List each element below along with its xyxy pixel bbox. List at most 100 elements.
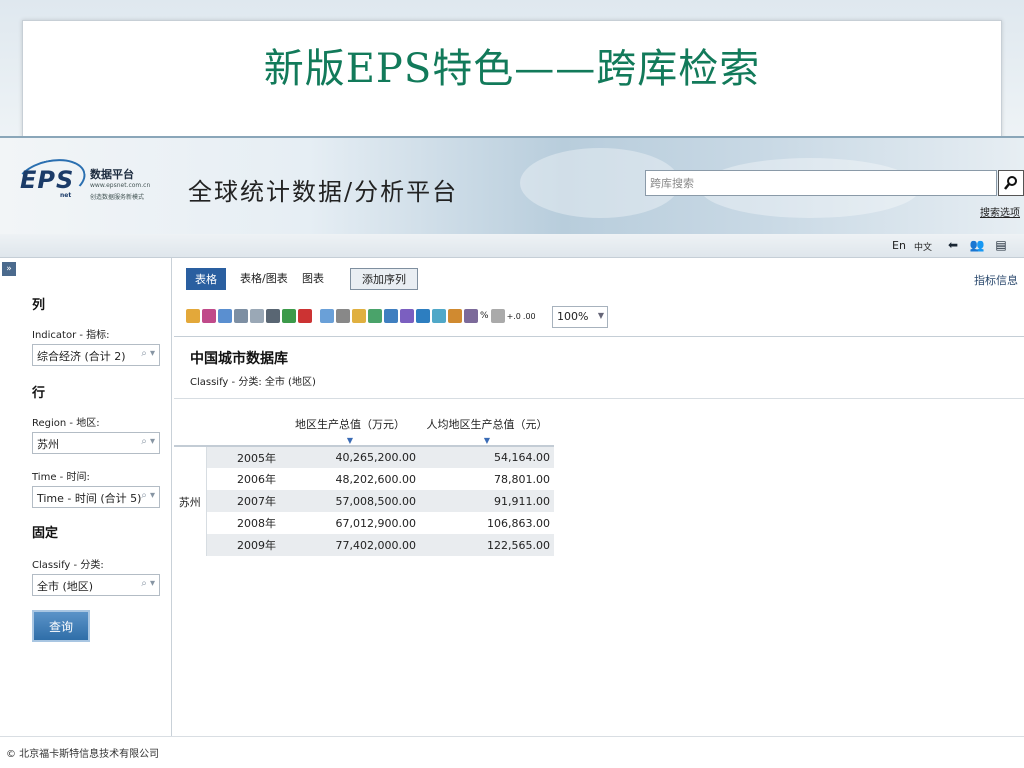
region-label: Region - 地区: [32,418,100,429]
excel-icon[interactable] [282,309,296,323]
add-series-button[interactable]: 添加序列 [350,268,418,290]
tab-chart[interactable]: 图表 [302,270,324,286]
copyright-text: © 北京福卡斯特信息技术有限公司 [6,749,160,760]
refresh-icon[interactable] [218,309,232,323]
cross-db-search-input[interactable]: 跨库搜索 [645,170,997,196]
sort-triangle-icon[interactable]: ▼ [424,436,550,445]
back-icon[interactable]: ⬅ [946,238,960,252]
table-row: 2008年 67,012,900.00 106,863.00 [174,512,554,534]
indicator-field[interactable]: 综合经济 (合计 2) ⌕ ▾ [32,344,160,366]
time-label: Time - 时间: [32,472,90,483]
eps-logo[interactable]: EPS net 数据平台 www.epsnet.com.cn 创造数据服务新模式 [12,153,151,210]
classify-label: Classify - 分类: [32,560,104,571]
slide-footer: © 北京福卡斯特信息技术有限公司 [0,736,1024,768]
decrease-decimal-icon[interactable]: .00 [523,312,536,321]
tab-table-chart[interactable]: 表格/图表 [240,270,288,286]
search-options-link[interactable]: 搜索选项 [980,204,1020,219]
logo-mark: EPS [20,166,75,194]
year-cell: 2009年 [205,534,280,556]
lang-zh-link[interactable]: 中文 [914,240,932,253]
grid-icon[interactable] [368,309,382,323]
header-spacer [174,416,206,447]
gdp-cell: 40,265,200.00 [280,446,420,468]
region-value: 苏州 [37,438,59,451]
per-capita-cell: 78,801.00 [494,472,550,486]
classify-field[interactable]: 全市 (地区) ⌕ ▾ [32,574,160,596]
pdf-icon[interactable] [298,309,312,323]
logo-name: 数据平台 [90,168,134,181]
year-cell: 2007年 [205,490,280,512]
logo-sub: net [60,192,72,199]
table-icon[interactable] [384,309,398,323]
calc-icon[interactable] [400,309,414,323]
gdp-cell: 77,402,000.00 [280,534,420,556]
thousands-icon[interactable] [490,309,505,323]
fixed-section-title: 固定 [32,526,59,541]
redo-icon[interactable] [250,309,264,323]
document-icon[interactable]: ▤ [994,238,1008,252]
formula-icon[interactable] [448,309,462,323]
region-field[interactable]: 苏州 ⌕ ▾ [32,432,160,454]
data-table: 地区生产总值（万元） ▼ 人均地区生产总值（元） ▼ 苏州 2005年 40,2… [174,416,554,556]
filter-icon[interactable] [352,309,366,323]
table-header-row: 地区生产总值（万元） ▼ 人均地区生产总值（元） ▼ [174,416,554,447]
tab-bar: 表格 表格/图表 图表 添加序列 指标信息 [174,258,1024,300]
indicator-info-link[interactable]: 指标信息 [974,272,1018,288]
export-icon[interactable] [186,309,200,323]
users-icon[interactable]: 👥 [970,238,985,252]
zoom-value: 100% [557,310,589,323]
column-header-label: 人均地区生产总值（元） [426,418,548,431]
tab-table[interactable]: 表格 [186,268,226,290]
search-dropdown-icon[interactable]: ⌕ ▾ [141,578,155,589]
gdp-cell: 57,008,500.00 [280,490,420,512]
table-row: 苏州 2005年 40,265,200.00 54,164.00 [174,446,554,556]
search-button[interactable] [998,170,1024,196]
left-panel: « 列 Indicator - 指标: 综合经济 (合计 2) ⌕ ▾ 行 Re… [22,258,192,738]
indicator-value: 综合经济 (合计 2) [37,350,126,363]
transpose-icon[interactable] [336,309,350,323]
search-dropdown-icon[interactable]: ⌕ ▾ [141,436,155,447]
bar-icon[interactable] [432,309,446,323]
zoom-select[interactable]: 100% ▼ [552,306,608,328]
logo-slogan: 创造数据服务新模式 [90,194,145,201]
expand-panel-button[interactable]: » [2,262,16,276]
save-icon[interactable] [202,309,216,323]
classify-value: 全市 (地区) [37,580,94,593]
undo-icon[interactable] [234,309,248,323]
row-section-title: 行 [32,386,46,401]
lang-en-link[interactable]: En [892,239,906,252]
chart-icon[interactable] [464,309,478,323]
header-spacer [206,416,280,447]
sort-triangle-icon[interactable]: ▼ [284,436,416,445]
top-strip: En 中文 ⬅ 👥 ▤ [0,234,1024,258]
classify-caption: Classify - 分类: 全市 (地区) [190,377,316,388]
print-icon[interactable] [266,309,280,323]
per-capita-cell: 122,565.00 [420,534,554,556]
column-header-gdp[interactable]: 地区生产总值（万元） ▼ [280,416,420,447]
per-capita-cell: 54,164.00 [420,446,554,468]
search-dropdown-icon[interactable]: ⌕ ▾ [141,490,155,501]
increase-decimal-icon[interactable]: +.0 [507,312,521,321]
time-field[interactable]: Time - 时间 (合计 5) ⌕ ▾ [32,486,160,508]
sort-icon[interactable] [416,309,430,323]
year-cell: 2008年 [205,512,280,534]
logo-url: www.epsnet.com.cn [90,182,151,189]
platform-title: 全球统计数据/分析平台 [188,178,459,206]
indicator-label: Indicator - 指标: [32,330,110,341]
search-icon [1004,176,1017,190]
column-header-per-capita[interactable]: 人均地区生产总值（元） ▼ [420,416,554,447]
copy-icon[interactable] [320,309,334,323]
percent-icon[interactable]: % [480,311,489,321]
table-row: 2007年 57,008,500.00 91,911.00 [174,490,554,512]
toolbar: % +.0 .00 [186,304,536,328]
region-cell: 苏州 [174,446,206,556]
per-capita-cell: 91,911.00 [420,490,554,512]
search-dropdown-icon[interactable]: ⌕ ▾ [141,348,155,359]
year-cell: 2006年 [205,468,280,490]
query-button[interactable]: 查询 [32,610,90,642]
time-value: Time - 时间 (合计 5) [37,492,142,505]
divider [174,398,1024,399]
eps-app-screenshot: EPS net 数据平台 www.epsnet.com.cn 创造数据服务新模式… [0,136,1024,738]
per-capita-cell: 106,863.00 [487,516,550,530]
column-header-label: 地区生产总值（万元） [295,418,405,431]
